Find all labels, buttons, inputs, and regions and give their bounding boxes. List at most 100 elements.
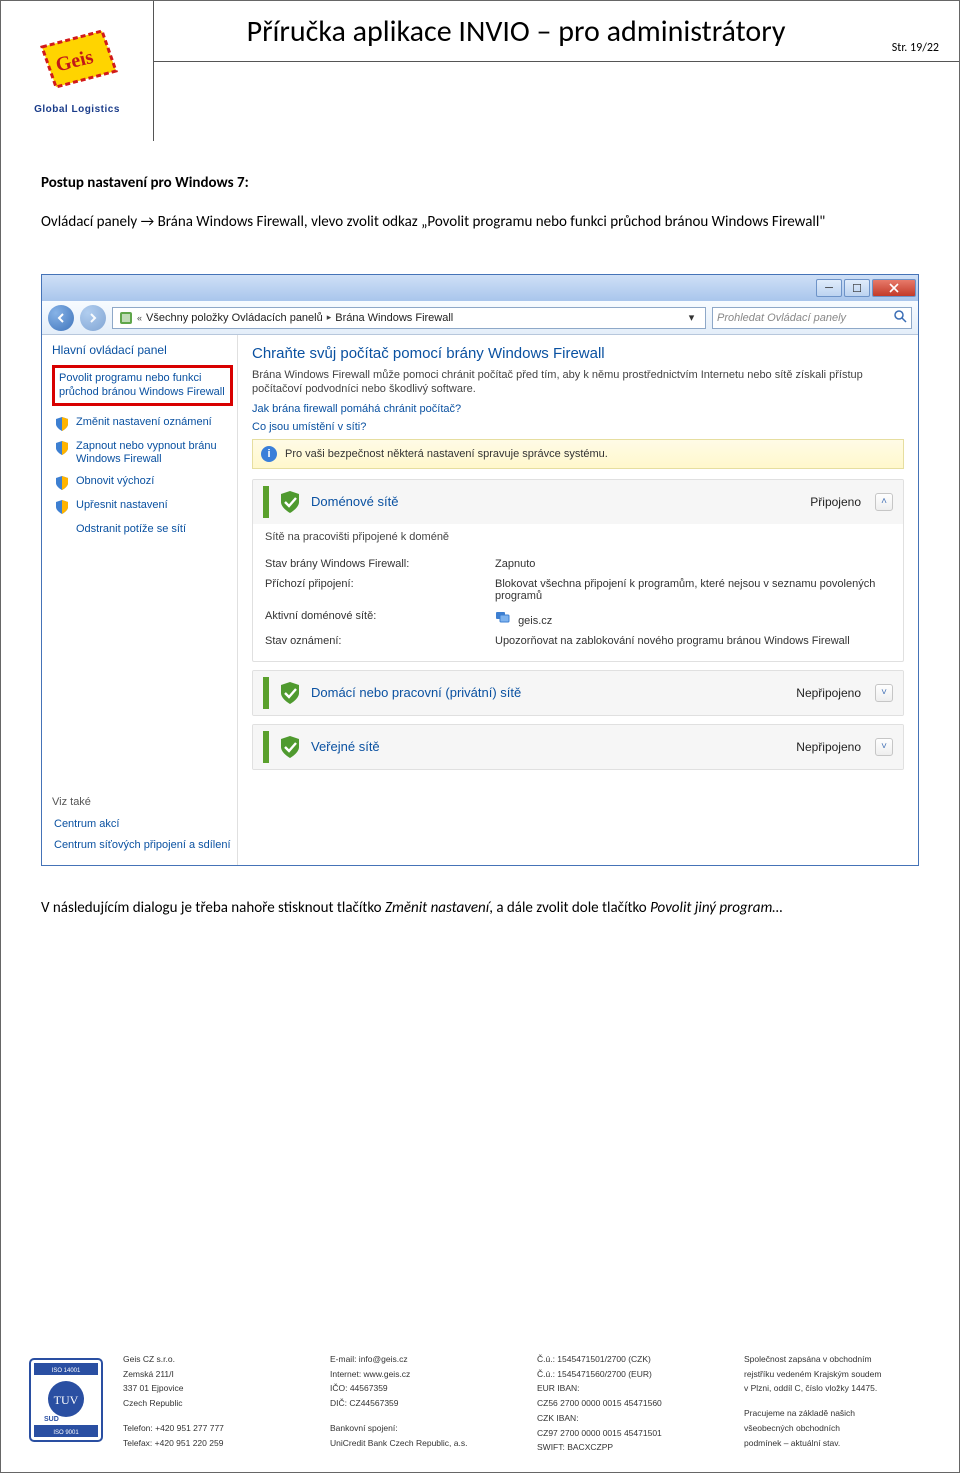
- logo-cell: Geis Global Logistics: [1, 1, 153, 141]
- chevron-icon: «: [137, 313, 142, 323]
- footer-line: UniCredit Bank Czech Republic, a.s.: [330, 1437, 525, 1450]
- network-group-header[interactable]: Veřejné sítě Nepřipojeno ˅: [253, 725, 903, 769]
- close-button[interactable]: [872, 279, 916, 297]
- network-group-private: Domácí nebo pracovní (privátní) sítě Nep…: [252, 670, 904, 716]
- search-icon: [893, 309, 907, 326]
- shield-check-icon: [277, 734, 303, 760]
- footer-col-legal: Společnost zapsána v obchodním rejstříku…: [744, 1353, 939, 1456]
- footer-line: Č.ú.: 1545471560/2700 (EUR): [537, 1368, 732, 1381]
- svg-text:SUD: SUD: [44, 1416, 59, 1423]
- footer-line: EUR IBAN:: [537, 1382, 732, 1395]
- footer-line: E-mail: info@geis.cz: [330, 1353, 525, 1366]
- footer-col-address: Geis CZ s.r.o. Zemská 211/I 337 01 Ejpov…: [123, 1353, 318, 1456]
- network-group-domain: Doménové sítě Připojeno ˄ Sítě na pracov…: [252, 479, 904, 662]
- search-placeholder: Prohledat Ovládací panely: [717, 312, 846, 324]
- admin-alert: i Pro vaši bezpečnost některá nastavení …: [252, 439, 904, 469]
- footer-line: všeobecných obchodních: [744, 1422, 939, 1435]
- instruction-para-2: V následujícím dialogu je třeba nahoře s…: [41, 894, 919, 923]
- logo-subtitle: Global Logistics: [22, 104, 132, 115]
- network-group-header[interactable]: Doménové sítě Připojeno ˄: [253, 480, 903, 524]
- shield-icon: [54, 440, 70, 456]
- para1-pre: Ovládací panely: [41, 213, 141, 231]
- info-icon: i: [261, 446, 277, 462]
- expand-icon[interactable]: ˅: [875, 684, 893, 702]
- control-panel-icon: [119, 311, 133, 325]
- shield-check-icon: [277, 680, 303, 706]
- row-key: Stav brány Windows Firewall:: [265, 558, 495, 570]
- footer-line: Pracujeme na základě našich: [744, 1407, 939, 1420]
- see-also-action-center[interactable]: Centrum akcí: [52, 814, 233, 836]
- footer-line: Geis CZ s.r.o.: [123, 1353, 318, 1366]
- forward-button[interactable]: [80, 305, 106, 331]
- row-key: Příchozí připojení:: [265, 578, 495, 602]
- geis-logo: Geis: [32, 27, 122, 97]
- sidebar: Hlavní ovládací panel Povolit programu n…: [42, 335, 238, 865]
- see-also-label: Centrum síťových připojení a sdílení: [54, 839, 231, 853]
- doc-title: Příručka aplikace INVIO – pro administrá…: [247, 13, 786, 50]
- network-name: Veřejné sítě: [311, 739, 788, 754]
- shield-icon: [54, 499, 70, 515]
- back-button[interactable]: [48, 305, 74, 331]
- para2-em1: Změnit nastavení: [385, 899, 489, 917]
- row-value: Zapnuto: [495, 558, 891, 570]
- footer-line: IČO: 44567359: [330, 1382, 525, 1395]
- see-also-label: Centrum akcí: [54, 818, 119, 832]
- site-icon: [495, 610, 511, 624]
- para2-em2: Povolit jiný program…: [650, 899, 783, 917]
- footer-line: v Plzni, oddíl C, číslo vložky 14475.: [744, 1382, 939, 1395]
- sidebar-item-restore-defaults[interactable]: Obnovit výchozí: [52, 471, 233, 495]
- collapse-icon[interactable]: ˄: [875, 493, 893, 511]
- network-row: Příchozí připojení: Blokovat všechna při…: [265, 574, 891, 606]
- shield-check-icon: [277, 489, 303, 515]
- network-name: Domácí nebo pracovní (privátní) sítě: [311, 685, 788, 700]
- network-status: Nepřipojeno: [796, 740, 861, 754]
- sidebar-item-label: Upřesnit nastavení: [76, 499, 168, 515]
- sidebar-item-label: Změnit nastavení oznámení: [76, 416, 212, 432]
- footer-line: DIČ: CZ44567359: [330, 1397, 525, 1410]
- footer-line: Czech Republic: [123, 1397, 318, 1410]
- sidebar-title[interactable]: Hlavní ovládací panel: [52, 343, 233, 357]
- breadcrumb-level1[interactable]: Všechny položky Ovládacích panelů: [146, 312, 323, 324]
- sidebar-item-notifications[interactable]: Změnit nastavení oznámení: [52, 412, 233, 436]
- help-link-locations[interactable]: Co jsou umístění v síti?: [252, 421, 904, 433]
- breadcrumb[interactable]: « Všechny položky Ovládacích panelů ▸ Br…: [112, 307, 706, 329]
- expand-icon[interactable]: ˅: [875, 738, 893, 756]
- network-status: Připojeno: [810, 495, 861, 509]
- doc-footer: ISO 14001 TUV ISO 9001 SUD Geis CZ s.r.o…: [1, 1341, 959, 1472]
- status-stripe: [263, 677, 269, 709]
- see-also-network-center[interactable]: Centrum síťových připojení a sdílení: [52, 835, 233, 857]
- footer-line: CZ56 2700 0000 0015 45471560: [537, 1397, 732, 1410]
- sidebar-item-allow-program[interactable]: Povolit programu nebo funkci průchod brá…: [52, 365, 233, 406]
- network-status: Nepřipojeno: [796, 686, 861, 700]
- help-link-how-protects[interactable]: Jak brána firewall pomáhá chránit počíta…: [252, 403, 904, 415]
- doc-header: Geis Global Logistics Příručka aplikace …: [1, 1, 959, 141]
- para2-pre: V následujícím dialogu je třeba nahoře s…: [41, 899, 385, 917]
- instruction-para-1: Ovládací panely → Brána Windows Firewall…: [41, 208, 919, 237]
- status-stripe: [263, 731, 269, 763]
- search-input[interactable]: Prohledat Ovládací panely: [712, 307, 912, 329]
- maximize-button[interactable]: ☐: [844, 279, 870, 297]
- breadcrumb-dropdown-icon[interactable]: ▾: [683, 308, 699, 328]
- sidebar-item-advanced[interactable]: Upřesnit nastavení: [52, 495, 233, 519]
- minimize-button[interactable]: ─: [816, 279, 842, 297]
- sidebar-item-troubleshoot[interactable]: Odstranit potíže se sítí: [52, 519, 233, 543]
- sidebar-item-label: Odstranit potíže se sítí: [76, 523, 186, 539]
- network-row: Stav oznámení: Upozorňovat na zablokován…: [265, 631, 891, 651]
- network-group-header[interactable]: Domácí nebo pracovní (privátní) sítě Nep…: [253, 671, 903, 715]
- sidebar-item-toggle-firewall[interactable]: Zapnout nebo vypnout bránu Windows Firew…: [52, 436, 233, 472]
- main-heading: Chraňte svůj počítač pomocí brány Window…: [252, 345, 904, 362]
- sidebar-item-label: Obnovit výchozí: [76, 475, 154, 491]
- window-toolbar: « Všechny položky Ovládacích panelů ▸ Br…: [42, 301, 918, 335]
- row-value: Blokovat všechna připojení k programům, …: [495, 578, 891, 602]
- breadcrumb-level2[interactable]: Brána Windows Firewall: [335, 312, 453, 324]
- window-titlebar: ─ ☐: [42, 275, 918, 301]
- footer-line: rejstříku vedeném Krajským soudem: [744, 1368, 939, 1381]
- shield-icon: [54, 475, 70, 491]
- footer-line: Společnost zapsána v obchodním: [744, 1353, 939, 1366]
- network-group-body: Sítě na pracovišti připojené k doméně St…: [253, 524, 903, 661]
- footer-line: Telefon: +420 951 277 777: [123, 1422, 318, 1435]
- footer-line: Bankovní spojení:: [330, 1422, 525, 1435]
- network-row: Stav brány Windows Firewall: Zapnuto: [265, 554, 891, 574]
- footer-line: Internet: www.geis.cz: [330, 1368, 525, 1381]
- footer-line: Zemská 211/I: [123, 1368, 318, 1381]
